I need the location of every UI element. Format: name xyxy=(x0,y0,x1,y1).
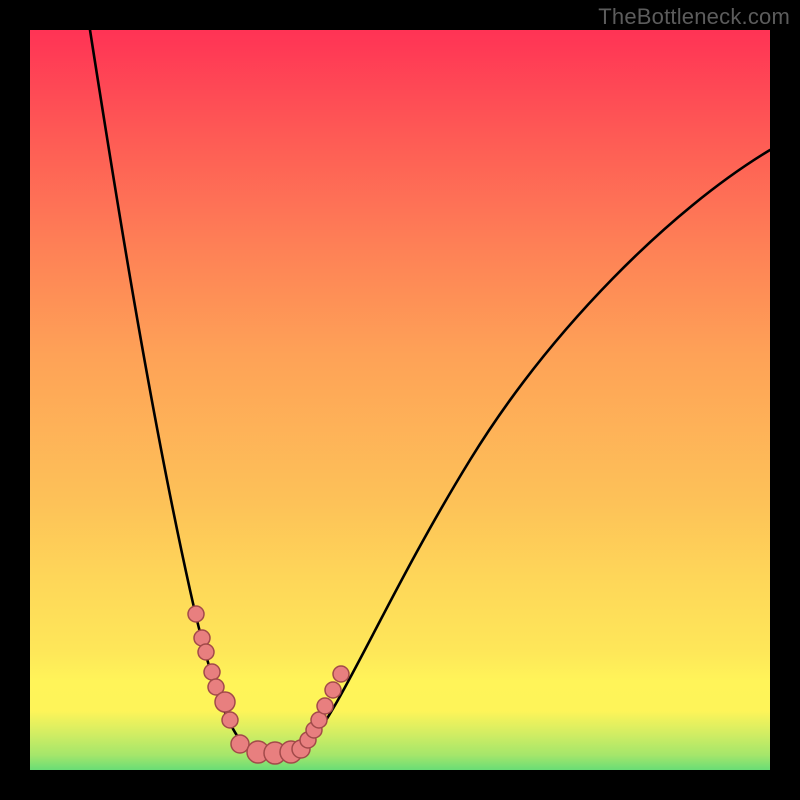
plot-area xyxy=(30,30,770,770)
marker-dot xyxy=(198,644,214,660)
outer-frame: TheBottleneck.com xyxy=(0,0,800,800)
marker-dot xyxy=(222,712,238,728)
marker-dot xyxy=(333,666,349,682)
curve-svg xyxy=(30,30,770,770)
marker-group xyxy=(188,606,349,764)
watermark-text: TheBottleneck.com xyxy=(598,4,790,30)
marker-dot xyxy=(215,692,235,712)
marker-dot xyxy=(204,664,220,680)
marker-dot xyxy=(325,682,341,698)
marker-dot xyxy=(317,698,333,714)
bottleneck-curve xyxy=(90,30,770,756)
marker-dot xyxy=(231,735,249,753)
marker-dot xyxy=(188,606,204,622)
